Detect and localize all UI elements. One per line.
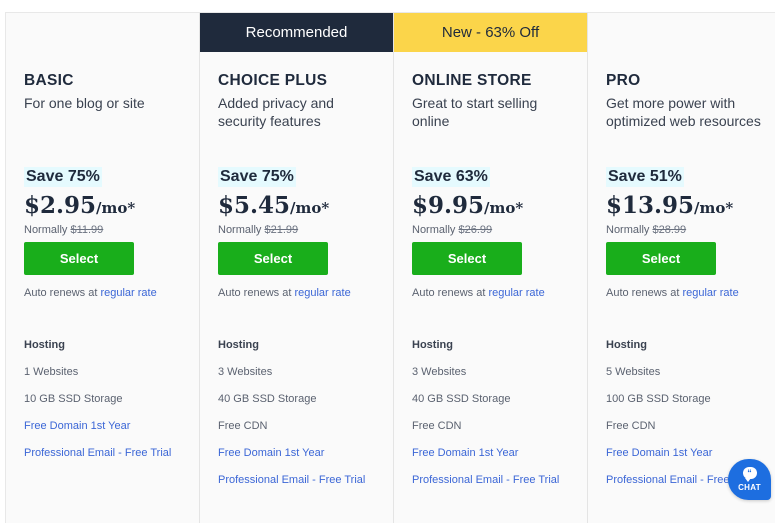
plan-price: $5.45/mo* [218,193,393,221]
price-unit: /mo* [96,199,136,217]
feature-link[interactable]: Professional Email - Free Trial [24,447,199,474]
chat-button[interactable]: “ CHAT [728,459,771,500]
feature-item: 40 GB SSD Storage [412,393,511,405]
strikethrough-price: $11.99 [70,224,104,236]
plan-description: Great to start selling online [412,95,538,129]
features-heading: Hosting [218,339,259,351]
plan-description: Get more power with optimized web resour… [606,95,761,129]
plan-name: CHOICE PLUS [218,72,328,89]
features-heading: Hosting [24,339,65,351]
price-amount: $9.95 [412,192,485,219]
renew-text: Auto renews at [412,287,486,299]
price-unit: /mo* [290,199,330,217]
feature-item: 1 Websites [24,366,79,378]
feature-item: 3 Websites [412,366,467,378]
renew-text: Auto renews at [606,287,680,299]
normally-label: Normally [24,224,68,236]
normally-label: Normally [606,224,650,236]
plan-column-basic: BASIC For one blog or site Save 75% $2.9… [6,13,200,523]
regular-rate-link[interactable]: regular rate [488,287,544,299]
feature-item: 10 GB SSD Storage [24,393,123,405]
save-badge: Save 63% [412,167,490,187]
auto-renew-note: Auto renews at regular rate [24,287,199,299]
feature-list: Hosting 1 Websites 10 GB SSD Storage Free … [24,339,199,474]
normally-label: Normally [218,224,262,236]
regular-rate-link[interactable]: regular rate [100,287,156,299]
select-button[interactable]: Select [24,242,134,275]
plan-ribbon: New - 63% Off [394,13,587,52]
normal-price: Normally $28.99 [606,224,775,236]
auto-renew-note: Auto renews at regular rate [218,287,393,299]
feature-link[interactable]: Professional Email - Free Trial [218,474,393,501]
price-amount: $2.95 [24,192,97,219]
regular-rate-link[interactable]: regular rate [682,287,738,299]
plan-ribbon [588,13,775,52]
auto-renew-note: Auto renews at regular rate [412,287,587,299]
plan-ribbon: Recommended [200,13,393,52]
strikethrough-price: $28.99 [652,224,687,236]
auto-renew-note: Auto renews at regular rate [606,287,775,299]
regular-rate-link[interactable]: regular rate [294,287,350,299]
plan-name: PRO [606,72,641,89]
plan-price: $13.95/mo* [606,193,775,221]
feature-item: Free CDN [218,420,268,432]
plan-description: Added privacy and security features [218,95,334,129]
features-heading: Hosting [606,339,647,351]
feature-item: 100 GB SSD Storage [606,393,711,405]
plan-column-choice-plus: Recommended CHOICE PLUS Added privacy an… [200,13,394,523]
price-unit: /mo* [694,199,734,217]
feature-item: 3 Websites [218,366,273,378]
feature-link[interactable]: Free Domain 1st Year [412,447,587,474]
chat-label: CHAT [738,483,761,492]
feature-item: 5 Websites [606,366,661,378]
plan-column-online-store: New - 63% Off ONLINE STORE Great to star… [394,13,588,523]
feature-item: Free CDN [606,420,656,432]
save-badge: Save 75% [218,167,296,187]
feature-link[interactable]: Free Domain 1st Year [218,447,393,474]
pricing-table: BASIC For one blog or site Save 75% $2.9… [5,12,775,523]
price-amount: $13.95 [606,192,695,219]
feature-link[interactable]: Free Domain 1st Year [24,420,199,447]
strikethrough-price: $21.99 [264,224,299,236]
normally-label: Normally [412,224,456,236]
plan-price: $9.95/mo* [412,193,587,221]
feature-item: 40 GB SSD Storage [218,393,317,405]
normal-price: Normally $11.99 [24,224,199,236]
plan-name: BASIC [24,72,74,89]
plan-price: $2.95/mo* [24,193,199,221]
select-button[interactable]: Select [218,242,328,275]
plan-column-pro: PRO Get more power with optimized web re… [588,13,775,523]
save-badge: Save 51% [606,167,684,187]
feature-list: Hosting 3 Websites 40 GB SSD Storage Free … [412,339,587,501]
chat-bubble-icon: “ [742,467,757,482]
save-badge: Save 75% [24,167,102,187]
feature-item: Free CDN [412,420,462,432]
renew-text: Auto renews at [24,287,98,299]
plan-description: For one blog or site [24,95,145,111]
price-unit: /mo* [484,199,524,217]
plan-ribbon [6,13,199,52]
features-heading: Hosting [412,339,453,351]
strikethrough-price: $26.99 [458,224,493,236]
normal-price: Normally $21.99 [218,224,393,236]
select-button[interactable]: Select [606,242,716,275]
normal-price: Normally $26.99 [412,224,587,236]
renew-text: Auto renews at [218,287,292,299]
feature-link[interactable]: Professional Email - Free Trial [412,474,587,501]
select-button[interactable]: Select [412,242,522,275]
plan-name: ONLINE STORE [412,72,532,89]
feature-list: Hosting 3 Websites 40 GB SSD Storage Free … [218,339,393,501]
price-amount: $5.45 [218,192,291,219]
